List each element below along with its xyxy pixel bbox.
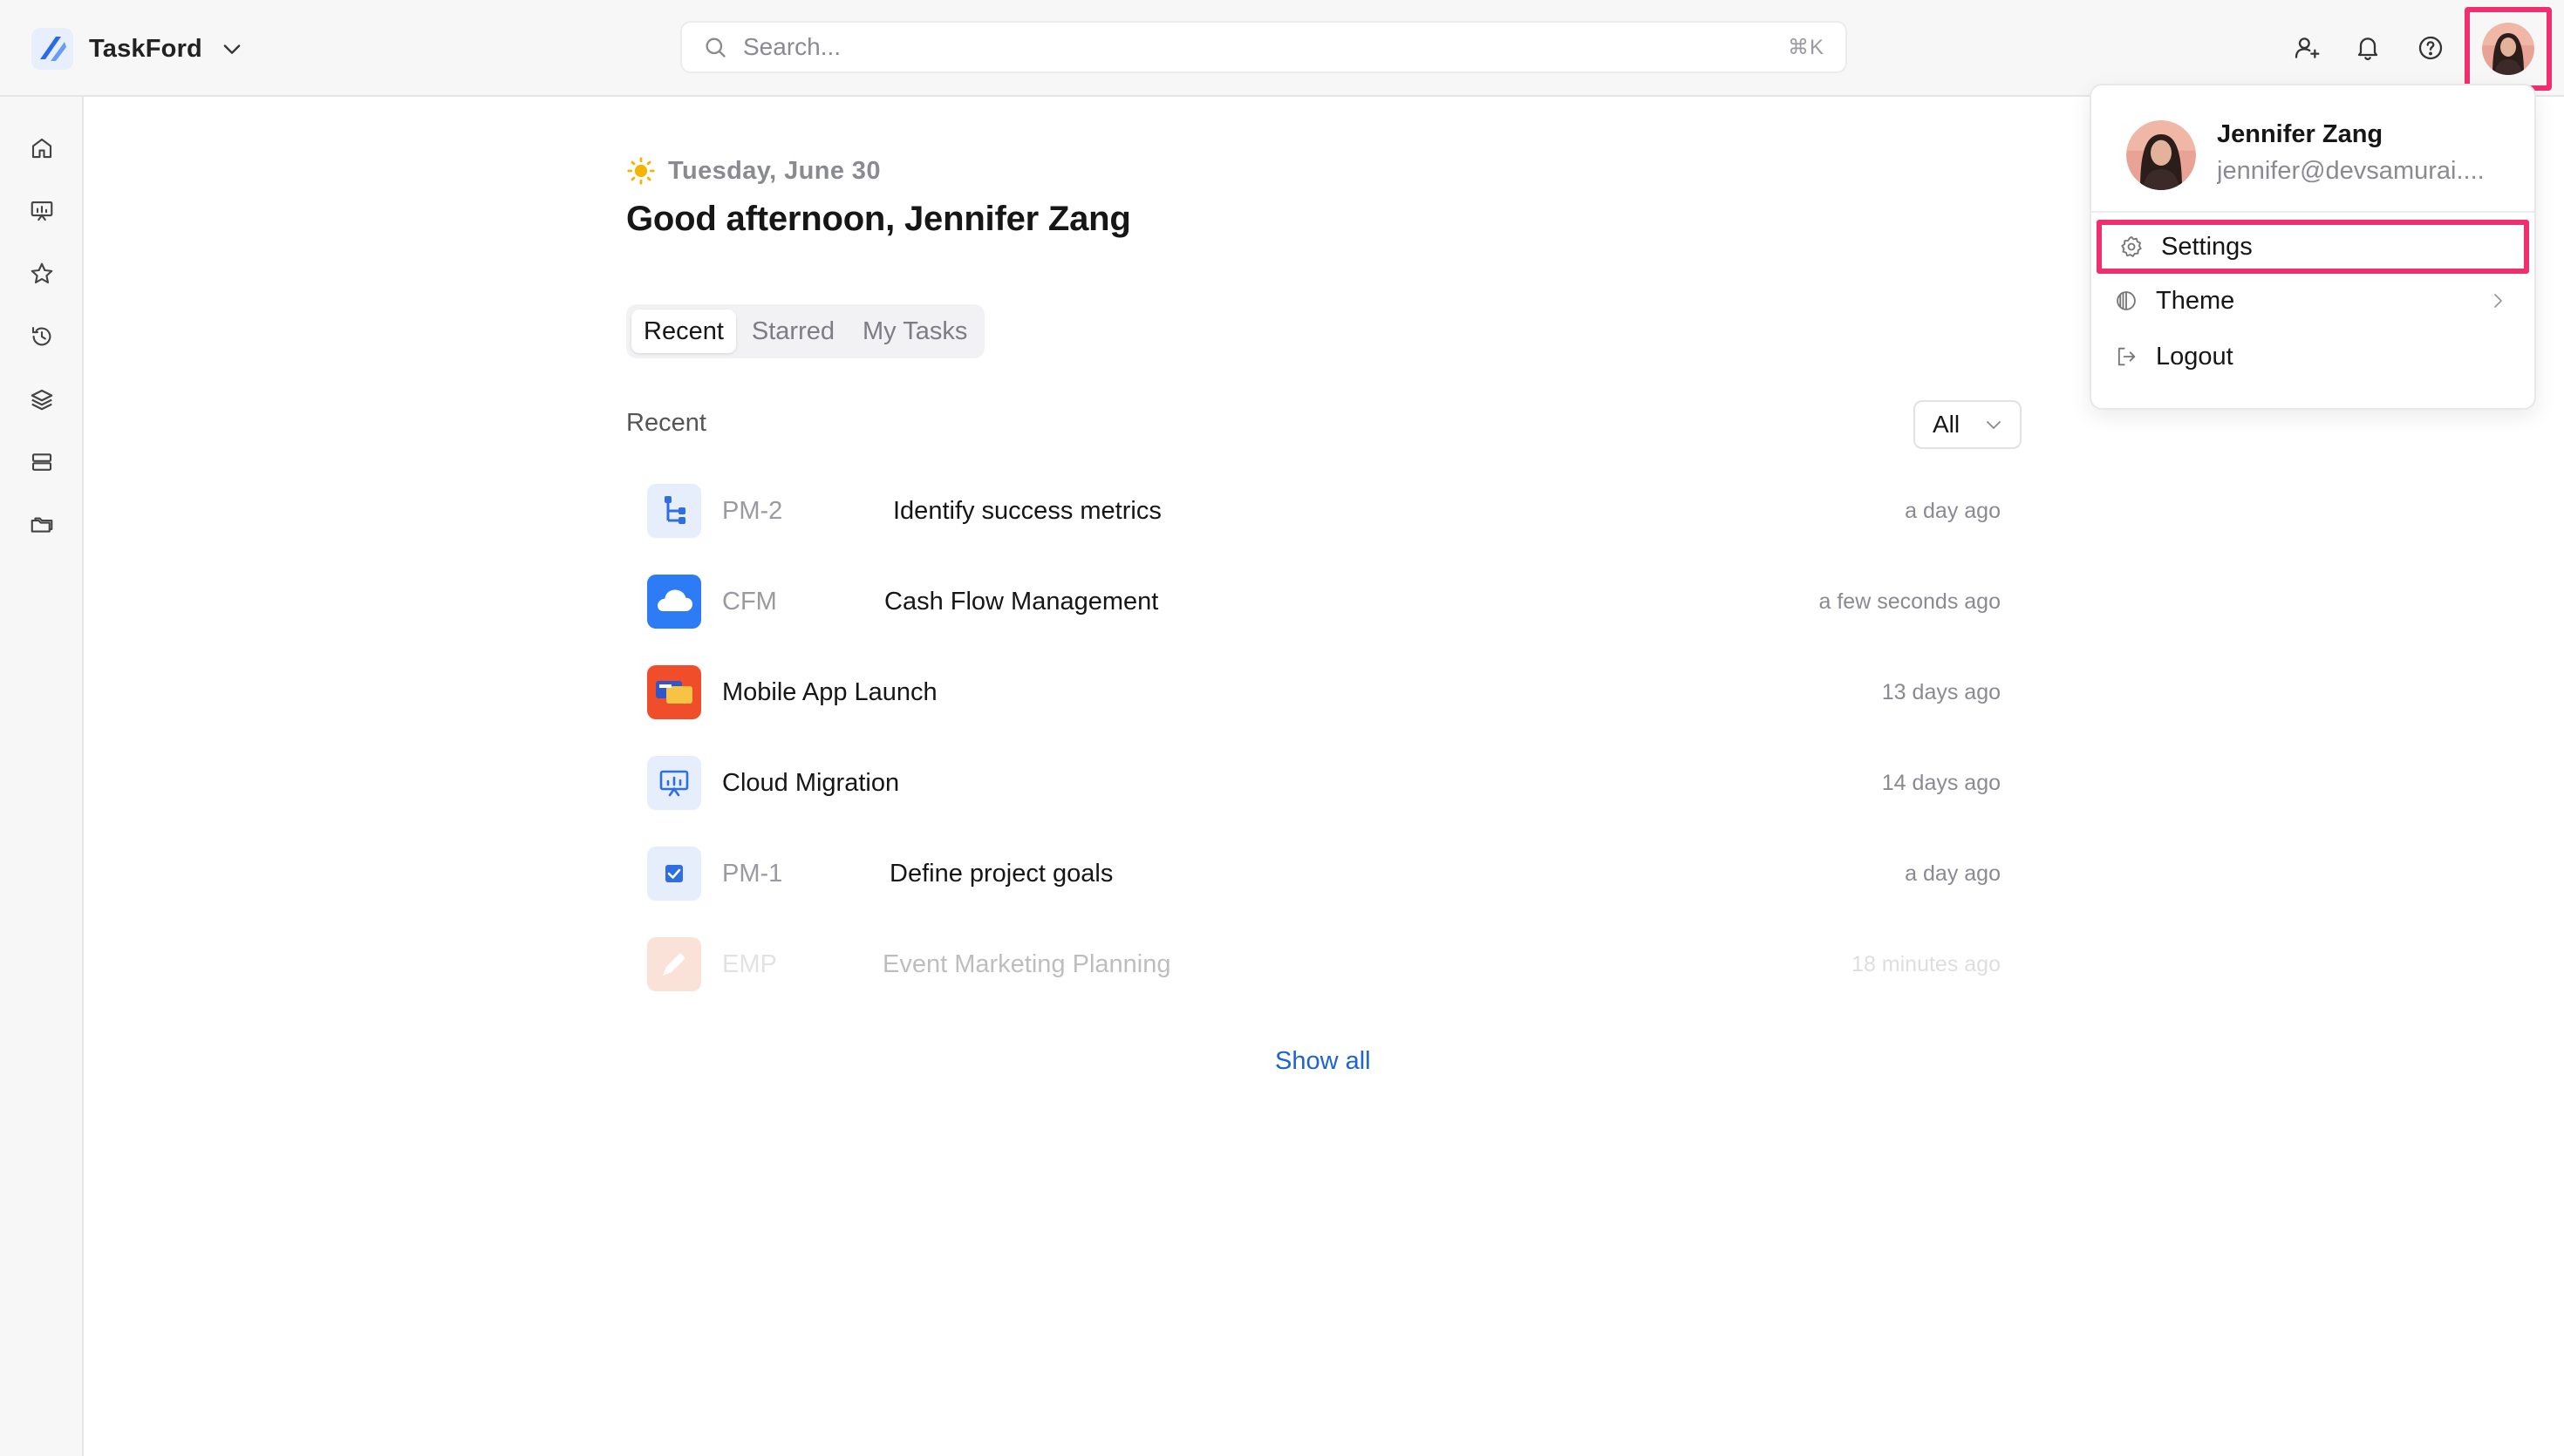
pen-icon <box>647 937 701 991</box>
search-input[interactable] <box>743 33 1788 61</box>
gear-icon <box>2121 235 2142 257</box>
menu-item-label: Settings <box>2161 232 2253 261</box>
add-member-button[interactable] <box>2285 26 2329 70</box>
item-name: Identify success metrics <box>893 496 1162 525</box>
list-item[interactable]: EMP Event Marketing Planning 18 minutes … <box>626 925 2022 1004</box>
show-all-link[interactable]: Show all <box>1275 1047 1371 1076</box>
sidebar-item-folders[interactable] <box>21 504 63 546</box>
search-shortcut: ⌘K <box>1787 35 1824 59</box>
subtask-icon <box>647 484 701 538</box>
item-name: Cloud Migration <box>722 768 900 797</box>
user-email: jennifer@devsamurai.... <box>2217 157 2485 185</box>
search-bar[interactable]: ⌘K <box>680 21 1847 73</box>
item-key: CFM <box>722 587 777 616</box>
item-time: a few seconds ago <box>1818 589 2001 614</box>
star-icon <box>31 262 53 284</box>
user-profile-header: Jennifer Zang jennifer@devsamurai.... <box>2091 85 2534 213</box>
tab-my-tasks[interactable]: My Tasks <box>850 310 979 353</box>
sidebar-item-layers[interactable] <box>21 378 63 420</box>
user-avatar-button[interactable] <box>2465 7 2552 91</box>
server-icon <box>31 453 52 471</box>
item-time: 13 days ago <box>1881 679 2001 704</box>
item-time: 14 days ago <box>1881 770 2001 795</box>
menu-item-label: Logout <box>2156 342 2233 371</box>
tab-bar: Recent Starred My Tasks <box>626 304 985 358</box>
user-menu: Jennifer Zang jennifer@devsamurai.... Se… <box>2090 84 2536 410</box>
avatar <box>2126 120 2196 190</box>
sidebar-item-starred[interactable] <box>21 253 63 295</box>
presentation-icon <box>31 201 53 221</box>
sidebar <box>0 97 84 1456</box>
list-item[interactable]: PM-2 Identify success metrics a day ago <box>626 472 2022 550</box>
item-name: Cash Flow Management <box>884 587 1159 616</box>
item-time: a day ago <box>1905 498 2001 523</box>
item-time: 18 minutes ago <box>1851 951 2001 976</box>
theme-icon <box>2117 291 2136 310</box>
list-item[interactable]: Mobile App Launch 13 days ago <box>626 653 2022 731</box>
menu-item-theme[interactable]: Theme <box>2097 274 2529 328</box>
logout-icon <box>2117 347 2136 366</box>
cloud-icon <box>647 575 701 629</box>
cards-icon <box>647 665 701 719</box>
sun-icon <box>627 157 655 185</box>
item-name: Define project goals <box>890 859 1114 888</box>
top-bar: TaskFord ⌘K <box>0 0 2564 97</box>
filter-select[interactable]: All <box>1913 400 2022 449</box>
add-member-icon <box>2295 37 2320 58</box>
item-time: a day ago <box>1905 861 2001 886</box>
chevron-down-icon <box>1987 421 2001 429</box>
item-key: EMP <box>722 949 777 978</box>
avatar <box>2482 23 2534 75</box>
filter-value: All <box>1933 411 1961 438</box>
menu-item-label: Theme <box>2156 286 2235 315</box>
home-icon <box>31 138 52 159</box>
checkbox-icon <box>647 847 701 901</box>
section-label: Recent <box>626 409 706 437</box>
sidebar-item-home[interactable] <box>21 127 63 169</box>
item-key: PM-2 <box>722 496 783 525</box>
menu-item-logout[interactable]: Logout <box>2097 330 2529 384</box>
history-icon <box>31 326 51 346</box>
item-name: Event Marketing Planning <box>883 949 1171 978</box>
chevron-right-icon <box>2494 294 2502 308</box>
menu-item-settings[interactable]: Settings <box>2097 220 2529 274</box>
help-button[interactable] <box>2409 26 2452 70</box>
sidebar-item-dashboard[interactable] <box>21 190 63 232</box>
notifications-button[interactable] <box>2346 26 2390 70</box>
tab-starred[interactable]: Starred <box>740 310 847 353</box>
folder-icon <box>31 517 53 533</box>
sidebar-item-storage[interactable] <box>21 441 63 483</box>
list-item[interactable]: Cloud Migration 14 days ago <box>626 744 2022 822</box>
tab-recent[interactable]: Recent <box>631 310 736 353</box>
app-name: TaskFord <box>89 34 202 63</box>
sidebar-item-history[interactable] <box>21 316 63 357</box>
user-name: Jennifer Zang <box>2217 120 2383 148</box>
chevron-down-icon <box>223 44 241 54</box>
page-title: Good afternoon, Jennifer Zang <box>626 200 1131 238</box>
layers-icon <box>31 389 53 411</box>
item-name: Mobile App Launch <box>722 677 938 706</box>
bell-icon <box>2357 37 2378 61</box>
current-date: Tuesday, June 30 <box>668 156 881 185</box>
list-item[interactable]: PM-1 Define project goals a day ago <box>626 834 2022 913</box>
search-icon <box>706 37 726 58</box>
help-icon <box>2418 36 2443 60</box>
presentation-board-icon <box>647 756 701 810</box>
date-row: Tuesday, June 30 <box>626 156 881 186</box>
workspace-switcher[interactable]: TaskFord <box>31 26 244 71</box>
list-item[interactable]: CFM Cash Flow Management a few seconds a… <box>626 562 2022 641</box>
item-key: PM-1 <box>722 859 783 888</box>
taskford-logo-icon <box>31 28 73 70</box>
